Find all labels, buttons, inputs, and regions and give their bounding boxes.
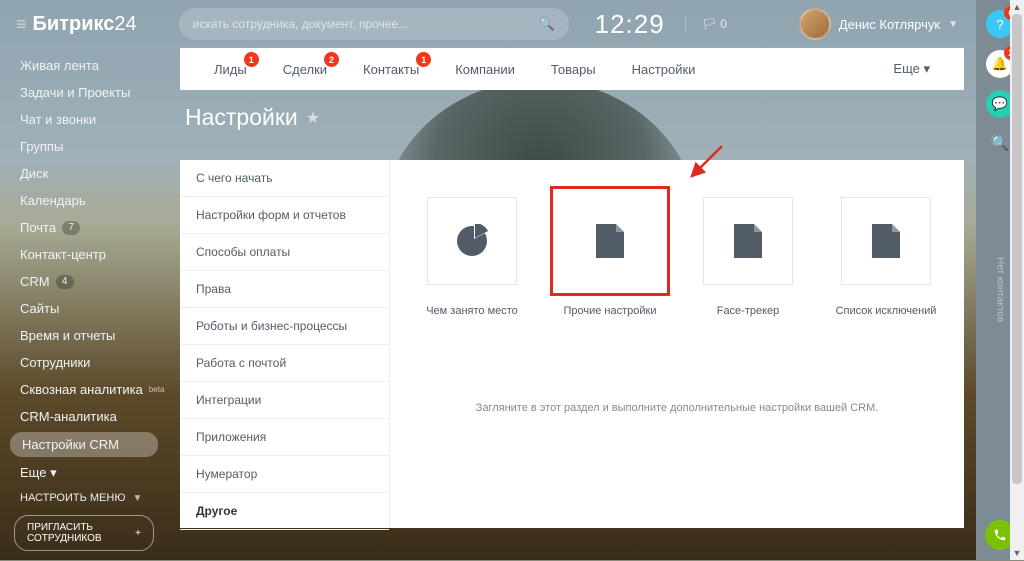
scroll-down-icon[interactable]: ▼ <box>1010 546 1024 560</box>
invite-button[interactable]: ПРИГЛАСИТЬ СОТРУДНИКОВ+ <box>14 515 154 551</box>
configure-menu[interactable]: НАСТРОИТЬ МЕНЮ ▼ <box>0 487 168 509</box>
topbar: ≡ Битрикс24 🔍 12:29 🏳 0 Денис Котлярчук … <box>0 0 974 48</box>
search-icon[interactable]: 🔍 <box>538 16 554 32</box>
search-input[interactable] <box>193 17 539 31</box>
sidebar-item[interactable]: Календарь <box>0 187 168 214</box>
side-search-icon[interactable]: 🔍 <box>991 134 1010 152</box>
tab[interactable]: Товары <box>533 48 614 90</box>
sidebar-item[interactable]: Задачи и Проекты <box>0 79 168 106</box>
menu-toggle-icon[interactable]: ≡ <box>16 14 27 35</box>
sidebar-item[interactable]: Почта7 <box>0 214 168 241</box>
settings-panel: С чего начатьНастройки форм и отчетовСпо… <box>180 160 964 528</box>
menu-item[interactable]: Права <box>180 271 389 308</box>
star-icon[interactable]: ★ <box>306 108 320 128</box>
no-contacts-label: Нет контактов <box>995 257 1006 322</box>
sidebar-item[interactable]: CRM-аналитика <box>0 403 168 430</box>
section-hint: Загляните в этот раздел и выполните допо… <box>398 402 956 414</box>
sidebar-item[interactable]: Еще ▾ <box>0 459 168 487</box>
chevron-down-icon: ▼ <box>948 19 958 30</box>
settings-tile[interactable]: Face-трекер <box>688 186 808 318</box>
sidebar-item[interactable]: Настройки CRM <box>10 432 158 457</box>
settings-content: Чем занято местоПрочие настройкиFace-тре… <box>390 160 964 528</box>
sidebar-item[interactable]: Группы <box>0 133 168 160</box>
avatar <box>799 8 831 40</box>
scrollbar[interactable]: ▲ ▼ <box>1010 0 1024 560</box>
search-box[interactable]: 🔍 <box>179 8 569 40</box>
tab[interactable]: Лиды1 <box>196 48 265 90</box>
settings-tile[interactable]: Прочие настройки <box>550 186 670 318</box>
tab[interactable]: Сделки2 <box>265 48 345 90</box>
menu-item[interactable]: Приложения <box>180 419 389 456</box>
logo[interactable]: Битрикс24 <box>33 13 137 36</box>
left-sidebar: Живая лентаЗадачи и ПроектыЧат и звонкиГ… <box>0 48 168 561</box>
menu-item[interactable]: Настройки форм и отчетов <box>180 197 389 234</box>
crm-tabs: Лиды1Сделки2Контакты1КомпанииТоварыНастр… <box>180 48 964 90</box>
tab[interactable]: Контакты1 <box>345 48 437 90</box>
tabs-more[interactable]: Еще ▾ <box>875 48 948 90</box>
sidebar-item[interactable]: Время и отчеты <box>0 322 168 349</box>
menu-item[interactable]: Роботы и бизнес-процессы <box>180 308 389 345</box>
sidebar-item[interactable]: Живая лента <box>0 52 168 79</box>
sidebar-item[interactable]: Сайты <box>0 295 168 322</box>
scroll-up-icon[interactable]: ▲ <box>1010 0 1024 14</box>
sidebar-item[interactable]: CRM4 <box>0 268 168 295</box>
menu-item[interactable]: Способы оплаты <box>180 234 389 271</box>
menu-item[interactable]: Другое <box>180 493 389 530</box>
sidebar-item[interactable]: Чат и звонки <box>0 106 168 133</box>
cart-indicator[interactable]: 🏳 0 <box>685 17 727 31</box>
settings-menu: С чего начатьНастройки форм и отчетовСпо… <box>180 160 390 528</box>
clock: 12:29 <box>595 9 665 40</box>
menu-item[interactable]: Интеграции <box>180 382 389 419</box>
sidebar-item[interactable]: Диск <box>0 160 168 187</box>
user-menu[interactable]: Денис Котлярчук ▼ <box>799 8 958 40</box>
tab[interactable]: Настройки <box>614 48 714 90</box>
menu-item[interactable]: Работа с почтой <box>180 345 389 382</box>
menu-item[interactable]: С чего начать <box>180 160 389 197</box>
sidebar-item[interactable]: Сотрудники <box>0 349 168 376</box>
user-name: Денис Котлярчук <box>839 17 940 32</box>
scroll-thumb[interactable] <box>1012 14 1022 484</box>
sidebar-item[interactable]: Контакт-центр <box>0 241 168 268</box>
page-title: Настройки★ <box>185 104 320 131</box>
tab[interactable]: Компании <box>437 48 533 90</box>
sidebar-item[interactable]: Сквозная аналитикаbeta <box>0 376 168 403</box>
settings-tile[interactable]: Чем занято место <box>412 186 532 318</box>
menu-item[interactable]: Нумератор <box>180 456 389 493</box>
settings-tile[interactable]: Список исключений <box>826 186 946 318</box>
